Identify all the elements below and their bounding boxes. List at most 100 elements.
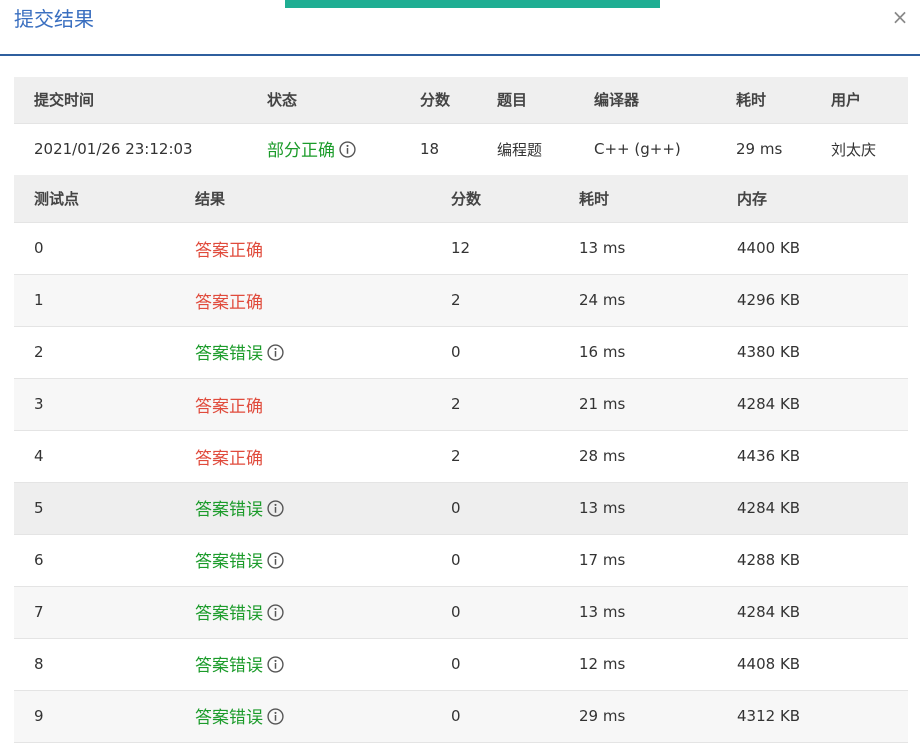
case-time: 13 ms [579, 499, 626, 517]
summary-header-row: 提交时间 状态 分数 题目 编译器 耗时 用户 [14, 77, 908, 124]
summary-row: 2021/01/26 23:12:03 部分正确 18 编程题 C++ (g++… [14, 123, 908, 175]
test-point-id: 3 [34, 395, 44, 413]
result-text: 答案正确 [195, 448, 263, 469]
case-memory: 4312 KB [737, 707, 801, 725]
case-memory: 4284 KB [737, 603, 801, 621]
table-row: 2 答案错误 0 16 ms 4380 KB [14, 326, 908, 378]
case-time: 12 ms [579, 655, 626, 673]
result-cell: 答案错误 [175, 326, 431, 378]
case-score: 0 [451, 655, 461, 673]
cases-header-row: 测试点 结果 分数 耗时 内存 [14, 175, 908, 223]
header-case-score: 分数 [431, 175, 559, 223]
case-memory: 4408 KB [737, 655, 801, 673]
header-score: 分数 [400, 77, 477, 124]
result-text: 答案正确 [195, 396, 263, 417]
case-memory: 4288 KB [737, 551, 801, 569]
result-text: 答案错误 [195, 552, 263, 572]
result-text: 答案错误 [195, 604, 263, 624]
submit-time: 2021/01/26 23:12:03 [34, 140, 193, 158]
table-row: 9 答案错误 0 29 ms 4312 KB [14, 690, 908, 742]
case-time: 16 ms [579, 343, 626, 361]
info-circle-icon[interactable] [267, 708, 284, 729]
close-icon[interactable]: × [888, 3, 912, 31]
case-memory: 4436 KB [737, 447, 801, 465]
case-score: 0 [451, 551, 461, 569]
result-text: 答案错误 [195, 708, 263, 728]
result-cell: 答案正确 [175, 222, 431, 274]
elapsed: 29 ms [736, 140, 783, 158]
user: 刘太庆 [831, 140, 877, 159]
info-circle-icon[interactable] [267, 552, 284, 573]
submission-summary-table: 提交时间 状态 分数 题目 编译器 耗时 用户 2021/01/26 23:12… [14, 77, 908, 176]
test-point-id: 2 [34, 343, 44, 361]
case-time: 21 ms [579, 395, 626, 413]
case-score: 0 [451, 343, 461, 361]
result-text: 答案错误 [195, 656, 263, 676]
problem: 编程题 [497, 140, 543, 159]
test-cases-table: 测试点 结果 分数 耗时 内存 0 答案正确 1 2 13 ms 4400 KB 1 答案正确… [14, 175, 908, 743]
dialog-title: 提交结果 [14, 7, 94, 31]
info-circle-icon[interactable] [267, 656, 284, 677]
table-row: 5 答案错误 0 13 ms 4284 KB [14, 482, 908, 534]
result-cell: 答案错误 [175, 534, 431, 586]
result-cell: 答案正确 [175, 430, 431, 482]
result-text: 答案正确 [195, 240, 263, 261]
table-row: 8 答案错误 0 12 ms 4408 KB [14, 638, 908, 690]
case-time: 28 ms [579, 447, 626, 465]
header-user: 用户 [811, 77, 908, 124]
status-text: 部分正确 [267, 141, 335, 161]
test-point-id: 4 [34, 447, 44, 465]
table-row: 3 答案正确 2 21 ms 4284 KB [14, 378, 908, 430]
header-problem: 题目 [477, 77, 574, 124]
result-cell: 答案正确 [175, 378, 431, 430]
test-point-id: 0 [34, 239, 44, 257]
table-row: 1 答案正确 2 24 ms 4296 KB [14, 274, 908, 326]
header-submit-time: 提交时间 [14, 77, 247, 124]
status-cell: 部分正确 [247, 123, 400, 175]
case-memory: 4284 KB [737, 499, 801, 517]
title-divider [0, 54, 920, 56]
case-memory: 4296 KB [737, 291, 801, 309]
case-memory: 4380 KB [737, 343, 801, 361]
case-memory: 4400 KB [737, 239, 801, 257]
header-result: 结果 [175, 175, 431, 223]
header-case-time: 耗时 [559, 175, 717, 223]
result-cell: 答案错误 [175, 638, 431, 690]
test-point-id: 7 [34, 603, 44, 621]
case-score: 2 [451, 447, 461, 465]
result-cell: 答案错误 [175, 690, 431, 742]
header-test-point: 测试点 [14, 175, 175, 223]
case-time: 13 ms [579, 239, 626, 257]
case-score: 0 [451, 603, 461, 621]
test-point-id: 8 [34, 655, 44, 673]
header-memory: 内存 [717, 175, 908, 223]
info-circle-icon[interactable] [267, 500, 284, 521]
score: 18 [420, 140, 440, 158]
case-memory: 4284 KB [737, 395, 801, 413]
test-point-id: 5 [34, 499, 44, 517]
table-row: 0 答案正确 12 13 ms 4400 KB [14, 222, 908, 274]
test-point-id: 1 [34, 291, 44, 309]
case-score: 2 [451, 291, 461, 309]
table-row: 7 答案错误 0 13 ms 4284 KB [14, 586, 908, 638]
compiler: C++ (g++) [594, 140, 681, 158]
test-point-id: 6 [34, 551, 44, 569]
top-accent-bar [285, 0, 660, 8]
case-time: 13 ms [579, 603, 626, 621]
result-cell: 答案正确 [175, 274, 431, 326]
case-time: 17 ms [579, 551, 626, 569]
result-cell: 答案错误 [175, 482, 431, 534]
table-row: 4 答案正确 2 28 ms 4436 KB [14, 430, 908, 482]
info-circle-icon[interactable] [267, 344, 284, 365]
result-text: 答案错误 [195, 500, 263, 520]
info-circle-icon[interactable] [339, 141, 356, 162]
case-score: 0 [451, 499, 461, 517]
case-time: 29 ms [579, 707, 626, 725]
test-point-id: 9 [34, 707, 44, 725]
header-compiler: 编译器 [574, 77, 716, 124]
result-text: 答案正确 [195, 292, 263, 313]
result-text: 答案错误 [195, 344, 263, 364]
info-circle-icon[interactable] [267, 604, 284, 625]
case-score: 0 [451, 707, 461, 725]
case-time: 24 ms [579, 291, 626, 309]
